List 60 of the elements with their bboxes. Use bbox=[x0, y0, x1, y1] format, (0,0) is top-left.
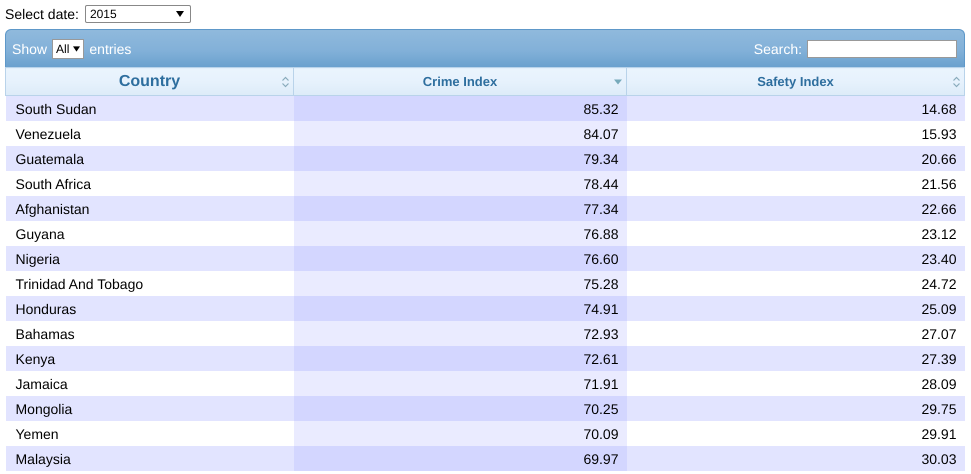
table-cell: Bahamas bbox=[6, 321, 294, 346]
table-cell: 30.03 bbox=[626, 446, 964, 471]
table-cell: Venezuela bbox=[6, 121, 294, 146]
show-label: Show bbox=[12, 40, 48, 56]
table-cell: South Africa bbox=[6, 171, 294, 196]
table-cell: 70.09 bbox=[294, 421, 626, 446]
table-cell: Trinidad And Tobago bbox=[6, 271, 294, 296]
table-cell: 29.75 bbox=[626, 396, 964, 421]
column-header[interactable]: Country bbox=[6, 68, 294, 96]
table-cell: Mongolia bbox=[6, 396, 294, 421]
table-cell: 78.44 bbox=[294, 171, 626, 196]
table-cell: 22.66 bbox=[626, 196, 964, 221]
table-cell: 76.88 bbox=[294, 221, 626, 246]
column-header[interactable]: Safety Index bbox=[626, 68, 964, 96]
table-cell: 20.66 bbox=[626, 146, 964, 171]
table-cell: 27.39 bbox=[626, 346, 964, 371]
table-cell: 21.56 bbox=[626, 171, 964, 196]
caret-icon bbox=[73, 46, 80, 52]
table-cell: Nigeria bbox=[6, 246, 294, 271]
table-cell: 72.93 bbox=[294, 321, 626, 346]
table-cell: 84.07 bbox=[294, 121, 626, 146]
table-cell: 25.09 bbox=[626, 296, 964, 321]
column-header[interactable]: Crime Index bbox=[294, 68, 626, 96]
entries-dropdown[interactable]: All bbox=[52, 38, 84, 58]
table-cell: Yemen bbox=[6, 421, 294, 446]
table-cell: Afghanistan bbox=[6, 196, 294, 221]
table-cell: 71.91 bbox=[294, 371, 626, 396]
table-cell: 85.32 bbox=[294, 96, 626, 121]
table-cell: 24.72 bbox=[626, 271, 964, 296]
table-cell: Kenya bbox=[6, 346, 294, 371]
table-cell: 69.97 bbox=[294, 446, 626, 471]
table-cell: 70.25 bbox=[294, 396, 626, 421]
entries-label: entries bbox=[89, 40, 132, 56]
table-cell: 77.34 bbox=[294, 196, 626, 221]
caret-icon bbox=[176, 11, 184, 17]
date-dropdown[interactable]: 2015 bbox=[84, 5, 191, 23]
table-cell: Malaysia bbox=[6, 446, 294, 471]
sort-icon bbox=[282, 76, 289, 87]
table-cell: 29.91 bbox=[626, 421, 964, 446]
table-cell: 23.12 bbox=[626, 221, 964, 246]
search-field[interactable] bbox=[807, 40, 957, 58]
sort-icon bbox=[953, 76, 960, 87]
sort-descending-icon bbox=[614, 79, 622, 84]
table-cell: 72.61 bbox=[294, 346, 626, 371]
table-cell: 74.91 bbox=[294, 296, 626, 321]
table-cell: 75.28 bbox=[294, 271, 626, 296]
table-cell: 27.07 bbox=[626, 321, 964, 346]
table-cell: South Sudan bbox=[6, 96, 294, 121]
table-cell: 76.60 bbox=[294, 246, 626, 271]
table-cell: Guyana bbox=[6, 221, 294, 246]
date-label: Select date: bbox=[5, 6, 79, 22]
table-cell: 23.40 bbox=[626, 246, 964, 271]
table-cell: 28.09 bbox=[626, 371, 964, 396]
table-cell: Jamaica bbox=[6, 371, 294, 396]
search-label: Search: bbox=[754, 40, 802, 56]
table-cell: 79.34 bbox=[294, 146, 626, 171]
table-cell: 14.68 bbox=[626, 96, 964, 121]
table-cell: Guatemala bbox=[6, 146, 294, 171]
table-cell: 15.93 bbox=[626, 121, 964, 146]
table-cell: Honduras bbox=[6, 296, 294, 321]
